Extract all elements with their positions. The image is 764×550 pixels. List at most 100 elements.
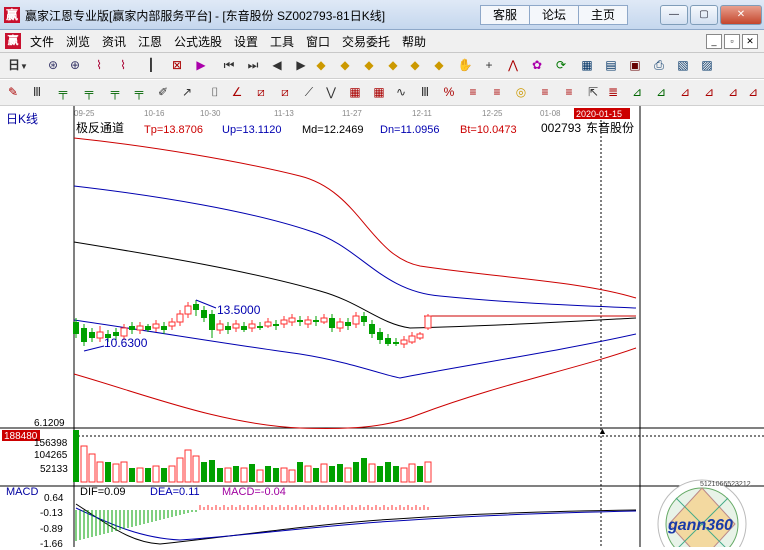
- nav-right-icon[interactable]: ◆: [384, 56, 402, 74]
- volume-bar: [88, 453, 96, 483]
- volume-bar: [400, 467, 408, 483]
- grid-icon[interactable]: ▦: [346, 83, 364, 101]
- maximize-button[interactable]: ▢: [690, 5, 718, 25]
- cursor-icon[interactable]: ⇱: [584, 83, 602, 101]
- last-bar-icon[interactable]: ⏭: [244, 56, 262, 74]
- speed-icon[interactable]: ⊿: [628, 83, 646, 101]
- candle-body: [145, 326, 151, 330]
- speed4-icon[interactable]: ⊿: [700, 83, 718, 101]
- mdi-restore-button[interactable]: ▫: [724, 34, 740, 49]
- macd-axis-2: -0.89: [40, 524, 63, 535]
- angle-icon[interactable]: ∠: [228, 83, 246, 101]
- period-selector[interactable]: 日▼: [4, 56, 32, 74]
- level-icon[interactable]: ≡: [464, 83, 482, 101]
- calendar-icon[interactable]: ▦: [578, 56, 596, 74]
- candle-body: [264, 321, 272, 327]
- bt-value: Bt=10.0473: [460, 124, 517, 136]
- percent-icon[interactable]: %: [440, 83, 458, 101]
- box2-icon[interactable]: ⧄: [276, 83, 294, 101]
- menu-window[interactable]: 窗口: [306, 33, 330, 50]
- volume-bar: [152, 465, 160, 483]
- customer-service-link[interactable]: 客服: [480, 5, 530, 25]
- formula-icon[interactable]: ⊠: [168, 56, 186, 74]
- export-icon[interactable]: ▨: [698, 56, 716, 74]
- speed6-icon[interactable]: ⊿: [744, 83, 762, 101]
- volume-bar: [377, 466, 383, 482]
- hand-icon[interactable]: ✋: [456, 56, 474, 74]
- zigzag-icon[interactable]: ⋁: [322, 83, 340, 101]
- line-tool-icon[interactable]: ⋀: [504, 56, 522, 74]
- first-bar-icon[interactable]: ⏮: [220, 56, 238, 74]
- close-button[interactable]: ✕: [720, 5, 762, 25]
- zoom-in-icon[interactable]: ◆: [406, 56, 424, 74]
- volume-bar: [176, 457, 184, 483]
- minimize-button[interactable]: —: [660, 5, 688, 25]
- brush-icon[interactable]: ✐: [154, 83, 172, 101]
- menu-gann[interactable]: 江恩: [138, 33, 162, 50]
- flag-icon[interactable]: ▶: [192, 56, 210, 74]
- ray-icon[interactable]: ⟋: [300, 83, 318, 101]
- lines-icon[interactable]: ≣: [604, 83, 622, 101]
- pattern-icon[interactable]: ⊕: [66, 56, 84, 74]
- volume-bar: [168, 465, 176, 483]
- settings-icon[interactable]: ✿: [528, 56, 546, 74]
- menu-info[interactable]: 资讯: [102, 33, 126, 50]
- date-label: 11-13: [274, 109, 294, 118]
- menu-browse[interactable]: 浏览: [66, 33, 90, 50]
- forum-link[interactable]: 论坛: [529, 5, 579, 25]
- prev-icon[interactable]: ◀: [268, 56, 286, 74]
- menu-trade[interactable]: 交易委托: [342, 33, 390, 50]
- frame-icon[interactable]: ⌷: [206, 83, 224, 101]
- wave-icon[interactable]: ∿: [392, 83, 410, 101]
- homepage-link[interactable]: 主页: [578, 5, 628, 25]
- gann-wheel-icon[interactable]: ⊛: [44, 56, 62, 74]
- menu-formula-picker[interactable]: 公式选股: [174, 33, 222, 50]
- grid2-icon[interactable]: ▦: [370, 83, 388, 101]
- table-icon[interactable]: ▤: [602, 56, 620, 74]
- nav-left-icon[interactable]: ◆: [360, 56, 378, 74]
- box-icon[interactable]: ⧄: [252, 83, 270, 101]
- line-chart-icon[interactable]: ⌇: [90, 56, 108, 74]
- fan4-icon[interactable]: ╤: [130, 83, 148, 101]
- level3-icon[interactable]: ≡: [536, 83, 554, 101]
- volume-bar: [361, 458, 367, 482]
- menu-help[interactable]: 帮助: [402, 33, 426, 50]
- chevron-down-icon: ▼: [20, 62, 28, 71]
- candle-icon[interactable]: ┃: [142, 56, 160, 74]
- level2-icon[interactable]: ≡: [488, 83, 506, 101]
- columns-icon[interactable]: Ⅲ: [416, 83, 434, 101]
- speed3-icon[interactable]: ⊿: [676, 83, 694, 101]
- arrow-icon[interactable]: ↗: [178, 83, 196, 101]
- pencil-icon[interactable]: ✎: [4, 83, 22, 101]
- copy-icon[interactable]: ▧: [674, 56, 692, 74]
- print-icon[interactable]: ⎙: [650, 56, 668, 74]
- mdi-close-button[interactable]: ✕: [742, 34, 758, 49]
- fan2-icon[interactable]: ╤: [80, 83, 98, 101]
- menu-settings[interactable]: 设置: [234, 33, 258, 50]
- nav-down-icon[interactable]: ◆: [336, 56, 354, 74]
- gann360-watermark-icon: gann360 5121066523212: [657, 479, 751, 550]
- candle-body: [161, 326, 167, 330]
- fan3-icon[interactable]: ╤: [106, 83, 124, 101]
- menu-file[interactable]: 文件: [30, 33, 54, 50]
- nav-up-icon[interactable]: ◆: [312, 56, 330, 74]
- save-icon[interactable]: ▣: [626, 56, 644, 74]
- crosshair-icon[interactable]: +: [480, 56, 498, 74]
- next-icon[interactable]: ▶: [292, 56, 310, 74]
- candle-body: [377, 332, 383, 340]
- menu-tools[interactable]: 工具: [270, 33, 294, 50]
- level4-icon[interactable]: ≡: [560, 83, 578, 101]
- zoom-out-icon[interactable]: ◆: [430, 56, 448, 74]
- kline-chart[interactable]: 日K线 极反通道 Tp=13.8706 Up=13.1120 Md=12.246…: [0, 106, 764, 550]
- macd-label: MACD: [6, 486, 38, 498]
- chart-area[interactable]: 日K线 极反通道 Tp=13.8706 Up=13.1120 Md=12.246…: [0, 106, 764, 550]
- mdi-minimize-button[interactable]: _: [706, 34, 722, 49]
- candle-body: [329, 318, 335, 328]
- fib-lines-icon[interactable]: Ⅲ: [28, 83, 46, 101]
- circle-icon[interactable]: ◎: [512, 83, 530, 101]
- refresh-icon[interactable]: ⟳: [552, 56, 570, 74]
- bar-chart-icon[interactable]: ⌇: [114, 56, 132, 74]
- speed5-icon[interactable]: ⊿: [724, 83, 742, 101]
- fan-icon[interactable]: ╤: [54, 83, 72, 101]
- speed2-icon[interactable]: ⊿: [652, 83, 670, 101]
